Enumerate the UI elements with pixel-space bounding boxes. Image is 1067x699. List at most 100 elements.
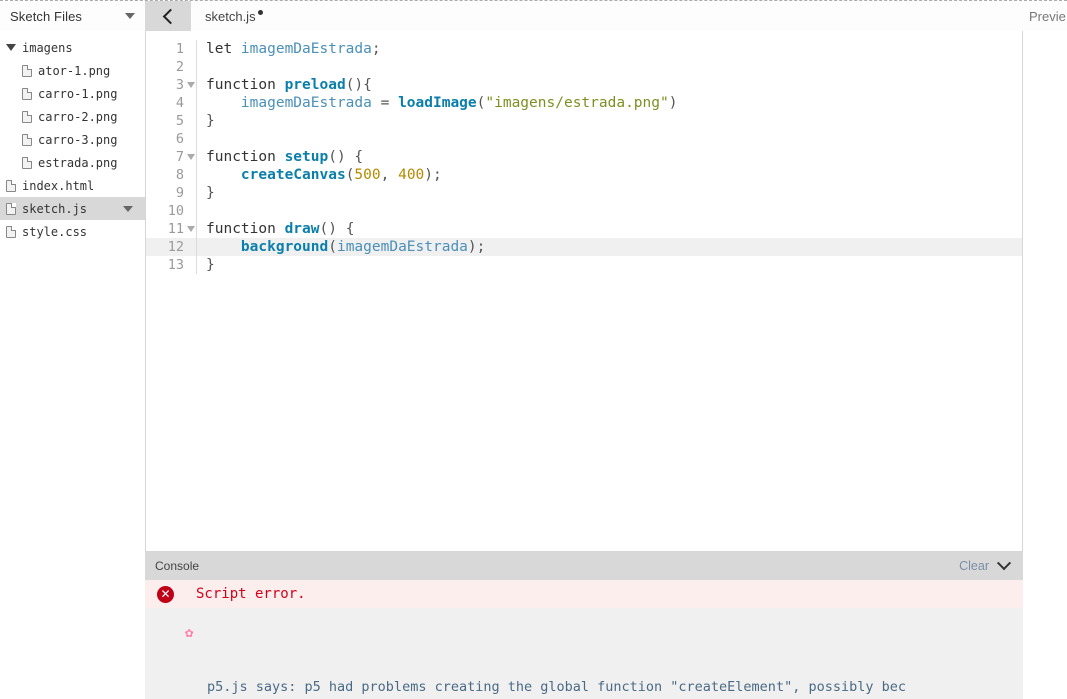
file-tree-item-carro-3-png[interactable]: carro-3.png [0,128,145,151]
code-token-fn: createCanvas [240,167,346,183]
code-line-text: function setup() { [197,148,1022,166]
file-tree-sidebar[interactable]: imagens ator-1.png carro-1.png carro-2.png c… [0,31,145,699]
file-tree-item-label: style.css [22,224,88,239]
file-tree-item-ator-1-png[interactable]: ator-1.png [0,59,145,82]
code-token-num: 400 [398,167,425,183]
console-error-text: Script error. [196,586,306,602]
code-token-kw: function [206,221,285,237]
code-token-var: imagemDaEstrada [336,239,468,255]
code-line[interactable]: 12 background(imagemDaEstrada); [146,238,1022,256]
code-line-text: imagemDaEstrada = loadImage("imagens/est… [197,94,1022,112]
console-message-block: ✿ p5.js says: p5 had problems creating t… [145,608,1023,699]
code-line[interactable]: 10 [146,202,1022,220]
code-token-fn: loadImage [398,95,477,111]
file-icon [22,64,32,77]
triangle-down-icon[interactable] [187,82,195,88]
file-icon [6,179,16,192]
code-token-fn: background [240,239,329,255]
code-line-text: } [197,256,1022,274]
code-editor-panel[interactable]: 1 let imagemDaEstrada; 2 3 function preload(… [145,31,1023,552]
cherry-blossom-icon: ✿ [185,625,194,641]
code-token-punc: ); [467,239,486,255]
triangle-down-icon[interactable] [187,226,195,232]
file-icon [6,202,16,215]
code-line[interactable]: 13} [146,256,1022,274]
file-icon [22,156,32,169]
file-tree-item-label: sketch.js [22,201,88,216]
code-line[interactable]: 2 [146,58,1022,76]
file-tree-item-carro-1-png[interactable]: carro-1.png [0,82,145,105]
code-token-punc: } [206,113,215,129]
code-line-text: let imagemDaEstrada; [197,40,1022,58]
file-icon [22,133,32,146]
line-number: 9 [175,185,184,201]
line-number: 8 [175,167,184,183]
line-number: 13 [167,257,184,273]
file-tree-item-sketch-js[interactable]: sketch.js [0,197,145,220]
gutter-separator [196,130,197,148]
code-line[interactable]: 7 function setup() { [146,148,1022,166]
code-line-text: function draw() { [197,220,1022,238]
console-title: Console [155,559,200,573]
triangle-down-icon[interactable] [6,44,16,51]
code-token-num: 500 [354,167,381,183]
code-token-punc: (){ [345,77,372,93]
file-tree-item-label: estrada.png [38,155,118,170]
code-token-punc: ) [668,95,678,111]
line-number: 6 [175,131,184,147]
editor-tab-strip: sketch.js [191,1,1067,31]
code-line[interactable]: 5} [146,112,1022,130]
code-token-kw: function [206,149,285,165]
file-tree-item-index-html[interactable]: index.html [0,174,145,197]
file-tree-item-style-css[interactable]: style.css [0,220,145,243]
chevron-down-icon[interactable] [996,556,1012,571]
code-line[interactable]: 1 let imagemDaEstrada; [146,40,1022,58]
code-token-punc: ( [328,239,337,255]
console-output[interactable]: ✕ Script error. ✿ p5.js says: p5 had pro… [145,580,1023,699]
file-tree-item-estrada-png[interactable]: estrada.png [0,151,145,174]
line-number: 7 [175,149,184,165]
code-token-punc: () { [328,149,364,165]
back-button[interactable] [145,1,191,31]
code-line[interactable]: 11 function draw() { [146,220,1022,238]
file-tree-item-carro-2-png[interactable]: carro-2.png [0,105,145,128]
code-token-str: "imagens/estrada.png" [485,95,669,111]
code-lines[interactable]: 1 let imagemDaEstrada; 2 3 function preload(… [146,31,1022,551]
file-tree-item-imagens[interactable]: imagens [0,36,145,59]
line-number: 12 [167,239,184,255]
code-line[interactable]: 3 function preload(){ [146,76,1022,94]
file-tree-item-label: carro-2.png [38,109,118,124]
fold-gutter-cell[interactable] [186,154,196,160]
clear-console-button[interactable]: Clear [959,559,989,573]
file-tree-item-label: carro-1.png [38,86,118,101]
code-token-punc: ; [371,41,381,57]
fold-gutter-cell[interactable] [186,226,196,232]
code-line[interactable]: 6 [146,130,1022,148]
fold-gutter-cell[interactable] [186,82,196,88]
unsaved-changes-dot [257,10,263,15]
console-header: Console Clear [145,552,1023,580]
code-token-var: imagemDaEstrada [240,41,372,57]
tab-sketch-js[interactable]: sketch.js [205,9,256,24]
line-number: 4 [175,95,184,111]
line-number: 1 [175,41,184,57]
code-token-punc: () { [319,221,355,237]
code-line[interactable]: 9} [146,184,1022,202]
code-token-kw: function [206,77,285,93]
file-icon [6,225,16,238]
code-line[interactable]: 8 createCanvas(500, 400); [146,166,1022,184]
sketch-files-dropdown[interactable]: Sketch Files [0,1,145,31]
file-icon [22,87,32,100]
triangle-down-icon[interactable] [123,205,133,212]
code-token-punc: , [380,167,399,183]
code-line[interactable]: 4 imagemDaEstrada = loadImage("imagens/e… [146,94,1022,112]
code-token-kw: let [206,41,241,57]
triangle-down-icon[interactable] [187,154,195,160]
code-token-fn: setup [284,149,329,165]
sketch-files-label: Sketch Files [10,8,83,24]
file-tree-item-label: carro-3.png [38,132,118,147]
line-number: 2 [175,59,184,75]
